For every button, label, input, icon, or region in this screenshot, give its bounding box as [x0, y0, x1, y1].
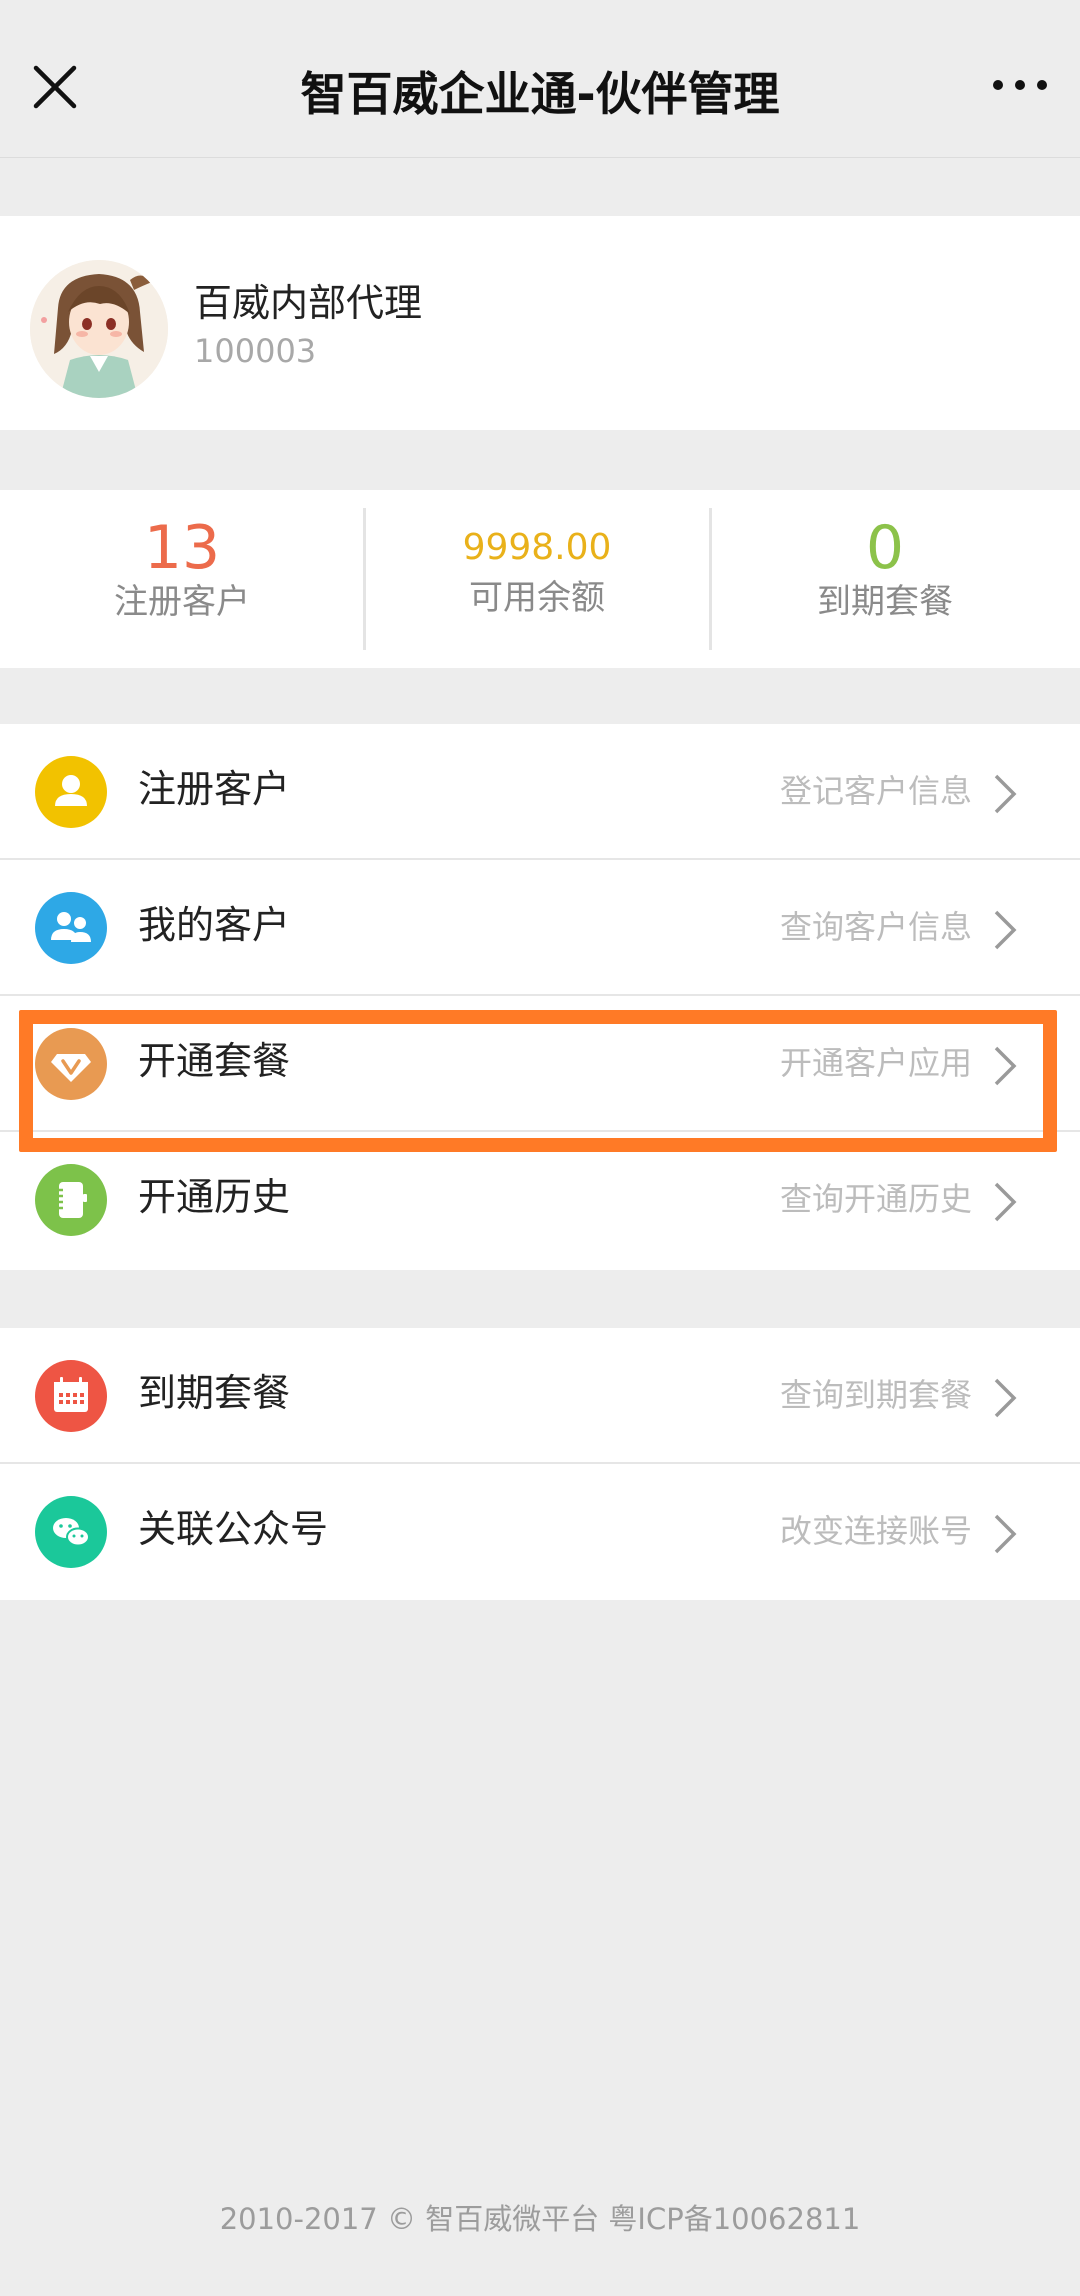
- menu-item-register-customer[interactable]: 注册客户 登记客户信息: [0, 724, 1080, 860]
- navigation-bar: 智百威企业通-伙伴管理: [0, 0, 1080, 158]
- users-icon: [35, 892, 107, 964]
- page-title: 智百威企业通-伙伴管理: [300, 67, 780, 121]
- menu-desc: 查询客户信息: [779, 908, 972, 946]
- stat-value: 0: [865, 513, 905, 583]
- menu-title: 我的客户: [138, 903, 291, 947]
- notebook-icon: [35, 1164, 107, 1236]
- stat-available-balance[interactable]: 9998.00 可用余额: [364, 490, 710, 668]
- menu-item-link-official-account[interactable]: 关联公众号 改变连接账号: [0, 1464, 1080, 1600]
- menu-title: 关联公众号: [138, 1507, 329, 1551]
- stat-value: 9998.00: [462, 527, 612, 568]
- menu-desc: 查询开通历史: [779, 1180, 972, 1218]
- profile-id: 100003: [194, 332, 317, 370]
- avatar: [30, 260, 168, 398]
- menu-item-open-package[interactable]: 开通套餐 开通客户应用: [0, 996, 1080, 1132]
- menu-title: 注册客户: [138, 767, 291, 811]
- stat-label: 注册客户: [114, 582, 250, 622]
- menu-group-customers: 注册客户 登记客户信息 我的客户 查询客户信息 开通套餐 开通客户应用 开通历史…: [0, 724, 1080, 1270]
- menu-desc: 登记客户信息: [779, 772, 972, 810]
- partner-management-page: 智百威企业通-伙伴管理 百威内部代理 100003 13 注册客户 9998.0…: [0, 0, 1080, 2296]
- menu-item-my-customers[interactable]: 我的客户 查询客户信息: [0, 860, 1080, 996]
- menu-title: 开通历史: [138, 1175, 291, 1219]
- wechat-icon: [35, 1496, 107, 1568]
- menu-item-expired-packages[interactable]: 到期套餐 查询到期套餐: [0, 1328, 1080, 1464]
- stats-panel: 13 注册客户 9998.00 可用余额 0 到期套餐: [0, 490, 1080, 668]
- chevron-right-icon: [994, 774, 1017, 814]
- chevron-right-icon: [994, 1182, 1017, 1222]
- calendar-icon: [35, 1360, 107, 1432]
- user-icon: [35, 756, 107, 828]
- more-icon[interactable]: [988, 70, 1052, 100]
- stat-value: 13: [143, 513, 221, 583]
- chevron-right-icon: [994, 910, 1017, 950]
- chevron-right-icon: [994, 1378, 1017, 1418]
- menu-title: 到期套餐: [138, 1371, 291, 1415]
- menu-item-open-history[interactable]: 开通历史 查询开通历史: [0, 1132, 1080, 1268]
- stat-expired-packages[interactable]: 0 到期套餐: [710, 490, 1060, 668]
- diamond-icon: [35, 1028, 107, 1100]
- stat-label: 到期套餐: [817, 582, 953, 622]
- footer-copyright: 2010-2017 © 智百威微平台 粤ICP备10062811: [219, 2202, 861, 2236]
- menu-desc: 查询到期套餐: [779, 1376, 972, 1414]
- menu-desc: 改变连接账号: [779, 1512, 972, 1550]
- chevron-right-icon: [994, 1514, 1017, 1554]
- stat-registered-customers[interactable]: 13 注册客户: [0, 490, 364, 668]
- chevron-right-icon: [994, 1046, 1017, 1086]
- menu-group-account: 到期套餐 查询到期套餐 关联公众号 改变连接账号: [0, 1328, 1080, 1600]
- stat-label: 可用余额: [469, 578, 605, 618]
- close-icon[interactable]: [28, 60, 84, 116]
- menu-title: 开通套餐: [138, 1039, 291, 1083]
- menu-desc: 开通客户应用: [779, 1044, 972, 1082]
- profile-name: 百威内部代理: [194, 281, 423, 325]
- profile-card: 百威内部代理 100003: [0, 216, 1080, 430]
